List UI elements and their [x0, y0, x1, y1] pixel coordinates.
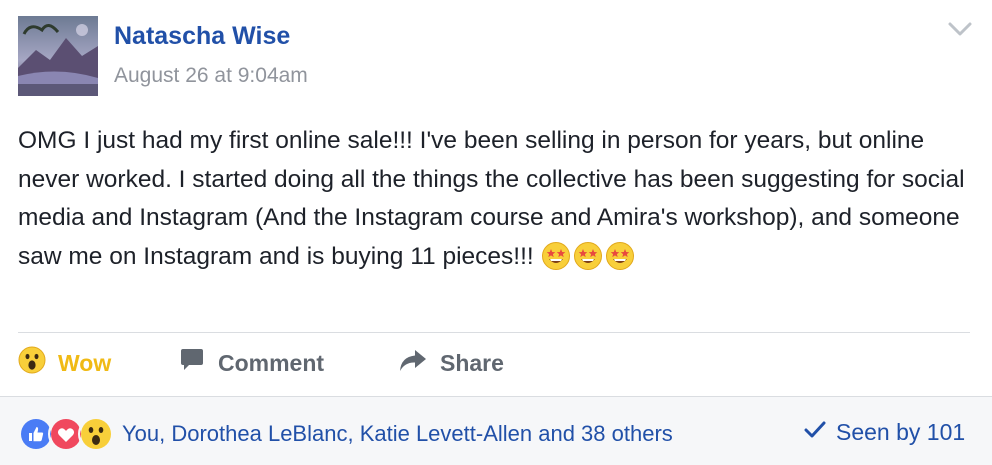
post-text: OMG I just had my first online sale!!! I…	[18, 127, 972, 270]
avatar[interactable]	[18, 16, 98, 96]
wow-icon	[18, 346, 58, 380]
share-arrow-icon	[398, 346, 440, 380]
post-body: OMG I just had my first online sale!!! I…	[18, 122, 978, 276]
reactors-link[interactable]: You, Dorothea LeBlanc, Katie Levett-Alle…	[122, 421, 673, 447]
seen-by-label: Seen by 101	[836, 419, 966, 445]
wow-icon	[78, 416, 114, 452]
checkmark-icon	[804, 419, 836, 446]
comment-icon	[178, 346, 218, 380]
share-label: Share	[440, 349, 504, 376]
wow-button[interactable]: Wow	[18, 342, 111, 384]
comment-button[interactable]: Comment	[178, 342, 324, 384]
comment-label: Comment	[218, 349, 325, 376]
star-struck-icon	[541, 241, 571, 271]
share-button[interactable]: Share	[398, 342, 504, 384]
star-struck-icon	[605, 241, 635, 271]
divider	[18, 332, 970, 333]
seen-by[interactable]: Seen by 101	[804, 419, 965, 446]
post-timestamp[interactable]: August 26 at 9:04am	[114, 64, 308, 88]
post-options-chevron-icon[interactable]	[944, 18, 976, 42]
wow-label: Wow	[58, 349, 112, 376]
reaction-icons[interactable]	[18, 416, 114, 452]
reactions-footer: You, Dorothea LeBlanc, Katie Levett-Alle…	[0, 396, 992, 465]
author-name[interactable]: Natascha Wise	[114, 22, 290, 51]
star-struck-icon	[573, 241, 603, 271]
